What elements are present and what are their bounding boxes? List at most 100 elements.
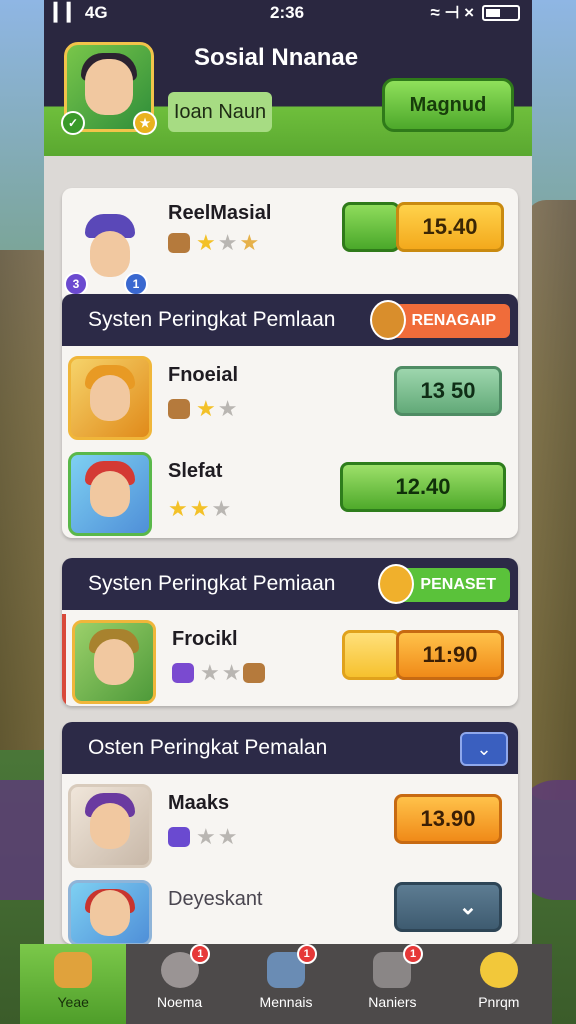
star-rating: ★ ★ ★ (168, 230, 259, 256)
list-item[interactable]: Slefat ★ ★ ★ 12.40 (62, 446, 518, 538)
clock: 2:36 (270, 3, 305, 22)
status-icons: ≈ ⊣ × (430, 3, 474, 22)
player-name: Fnoeial (168, 364, 239, 386)
tab-label: Pnrqm (478, 994, 520, 1010)
section-tag-button[interactable]: RENAGAIP (369, 300, 510, 340)
section-header: Systen Peringkat Pemlaan RENAGAIP (62, 294, 518, 346)
background-decoration (526, 200, 576, 800)
section-title: Systen Peringkat Pemlaan (88, 308, 336, 331)
tab-label: Noema (157, 994, 203, 1010)
player-name: Frocikl (172, 628, 238, 650)
leaderboard-content: 3 1 ReelMasial ★ ★ ★ 15.40 Systen Pering… (44, 156, 532, 944)
rank-badge: 3 (64, 272, 88, 296)
player-name: Ioan Naun (168, 92, 272, 132)
avatar-face (90, 890, 130, 936)
star-rating: ★ ★ (168, 824, 237, 850)
avatar-face (90, 375, 130, 421)
list-item[interactable]: Maaks ★ ★ 13.90 (62, 778, 518, 870)
avatar: 3 1 (64, 208, 156, 300)
tab-menus[interactable]: 1 Mennais (233, 944, 339, 1024)
tag-label: PENASET (420, 576, 496, 593)
avatar (68, 784, 152, 868)
battery-icon (482, 5, 520, 21)
potion-icon (172, 663, 194, 683)
bag-icon (168, 233, 190, 253)
avatar (72, 620, 156, 704)
list-item[interactable]: Deyeskant ⌄ (62, 874, 518, 944)
page-title: Sosial Nnanae (194, 44, 359, 71)
avatar (68, 356, 152, 440)
score-bar-fill (342, 202, 400, 252)
score-button[interactable]: 11:90 (396, 630, 504, 680)
level-badge: ✓ (61, 111, 85, 135)
player-name: ReelMasial (168, 202, 272, 224)
star-empty-icon: ★ (200, 660, 220, 685)
avatar-face (90, 803, 130, 849)
score-bar-fill (342, 630, 400, 680)
bag-icon (168, 399, 190, 419)
avatar-face (90, 231, 130, 277)
tab-profile[interactable]: 1 Noema (126, 944, 232, 1024)
level-badge: 1 (124, 272, 148, 296)
featured-player-card[interactable]: 3 1 ReelMasial ★ ★ ★ 15.40 (62, 188, 518, 306)
star-filled-icon: ★ (196, 230, 216, 255)
tab-label: Mennais (259, 994, 313, 1010)
bag-icon (243, 663, 266, 683)
avatar-face (85, 59, 133, 115)
notification-badge: 1 (190, 944, 211, 964)
section-header: Systen Peringkat Pemiaan PENASET (62, 558, 518, 610)
star-rating: ★ ★ ★ (168, 496, 231, 522)
tab-home[interactable]: Yeae (20, 944, 127, 1024)
app-screen: ▎▎ 4G 2:36 ≈ ⊣ × ✓ ★ Sosial Nnanae Ioan … (44, 0, 532, 1024)
star-filled-icon: ★ (196, 396, 216, 421)
score-dropdown-button[interactable]: ⌄ (394, 882, 502, 932)
ranking-section: Osten Peringkat Pemalan ⌄ Maaks ★ ★ 13.9… (62, 722, 518, 944)
notification-badge: 1 (296, 944, 317, 964)
star-empty-icon: ★ (221, 660, 242, 685)
tab-banners[interactable]: 1 Naniers (339, 944, 445, 1024)
score-button[interactable]: 12.40 (340, 462, 506, 512)
chevron-down-icon[interactable]: ⌄ (460, 732, 508, 766)
emoji-icon (378, 564, 415, 604)
list-item[interactable]: Frocikl ★ ★ 11:90 (62, 614, 518, 706)
player-name: Slefat (168, 460, 223, 482)
avatar-face (90, 471, 130, 517)
score-button[interactable]: 15.40 (396, 202, 504, 252)
star-empty-icon: ★ (211, 496, 232, 521)
bottom-tab-bar: Yeae 1 Noema 1 Mennais 1 Naniers Pnrqm (20, 944, 552, 1024)
section-tag-button[interactable]: PENASET (378, 564, 510, 604)
star-filled-icon: ★ (168, 496, 188, 521)
tab-program[interactable]: Pnrqm (446, 944, 552, 1024)
star-filled-icon: ★ (189, 496, 210, 521)
star-filled-icon: ★ (239, 230, 260, 255)
section-title: Systen Peringkat Pemiaan (88, 572, 336, 595)
profile-header: ✓ ★ Sosial Nnanae Ioan Naun Magnud (44, 26, 532, 156)
score-button[interactable]: 13.90 (394, 794, 502, 844)
header-action-button[interactable]: Magnud (382, 78, 514, 132)
home-icon (54, 952, 93, 988)
tag-label: RENAGAIP (411, 312, 496, 329)
list-item[interactable]: Fnoeial ★ ★ 13 50 (62, 350, 518, 442)
section-title: Osten Peringkat Pemalan (88, 736, 328, 759)
tab-label: Naniers (368, 994, 417, 1010)
ranking-section: Systen Peringkat Pemiaan PENASET Frocikl… (62, 558, 518, 706)
chevron-down-icon: ⌄ (458, 894, 478, 919)
star-empty-icon: ★ (217, 230, 238, 255)
score-button[interactable]: 13 50 (394, 366, 502, 416)
section-header: Osten Peringkat Pemalan ⌄ (62, 722, 518, 774)
notification-badge: 1 (403, 944, 424, 964)
tab-label: Yeae (57, 994, 89, 1010)
avatar[interactable]: ✓ ★ (61, 42, 157, 135)
potion-icon (168, 827, 190, 847)
chat-icon (479, 952, 518, 988)
player-name: Maaks (168, 792, 230, 814)
player-name: Deyeskant (168, 888, 263, 910)
star-empty-icon: ★ (196, 824, 216, 849)
avatar-face (94, 639, 134, 685)
star-badge: ★ (133, 111, 157, 135)
avatar (68, 452, 152, 536)
signal-indicator: ▎▎ 4G (54, 3, 108, 22)
ranking-section: Systen Peringkat Pemlaan RENAGAIP Fnoeia… (62, 294, 518, 538)
status-bar: ▎▎ 4G 2:36 ≈ ⊣ × (44, 0, 532, 26)
star-empty-icon: ★ (217, 396, 238, 421)
